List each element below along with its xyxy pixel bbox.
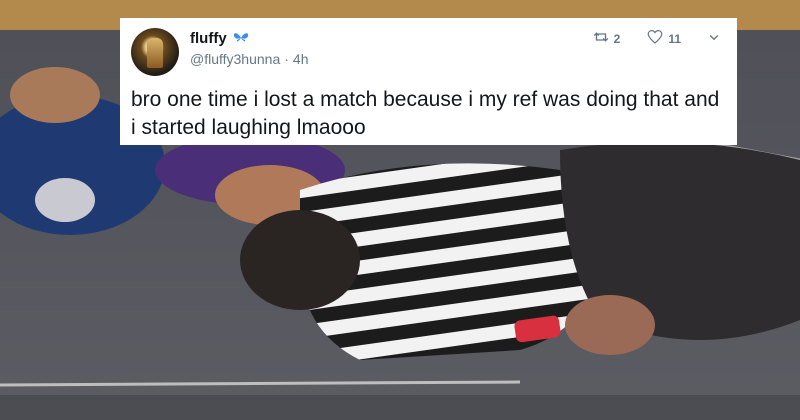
display-name[interactable]: fluffy <box>190 30 227 47</box>
tweet-text: bro one time i lost a match because i my… <box>131 88 720 139</box>
name-row: fluffy <box>190 30 249 47</box>
timestamp[interactable]: 4h <box>293 51 309 67</box>
retweet-count: 2 <box>613 31 621 46</box>
retweet-icon <box>592 28 610 49</box>
butterfly-icon <box>233 31 249 47</box>
avatar[interactable] <box>131 28 179 76</box>
like-count: 11 <box>668 31 681 46</box>
tweet-actions: 2 11 <box>592 28 723 49</box>
chevron-down-icon <box>705 28 723 49</box>
handle[interactable]: @fluffy3hunna <box>190 51 280 67</box>
heart-icon <box>646 28 664 49</box>
like-button[interactable]: 11 <box>646 28 681 49</box>
avatar-figure <box>147 38 163 68</box>
handle-row: @fluffy3hunna · 4h <box>190 51 309 67</box>
separator: · <box>284 51 289 67</box>
tweet-menu-button[interactable] <box>705 28 723 49</box>
tweet-card[interactable]: fluffy @fluffy3hunna · 4h 2 11 bro one t… <box>120 18 737 145</box>
retweet-button[interactable]: 2 <box>592 28 621 49</box>
